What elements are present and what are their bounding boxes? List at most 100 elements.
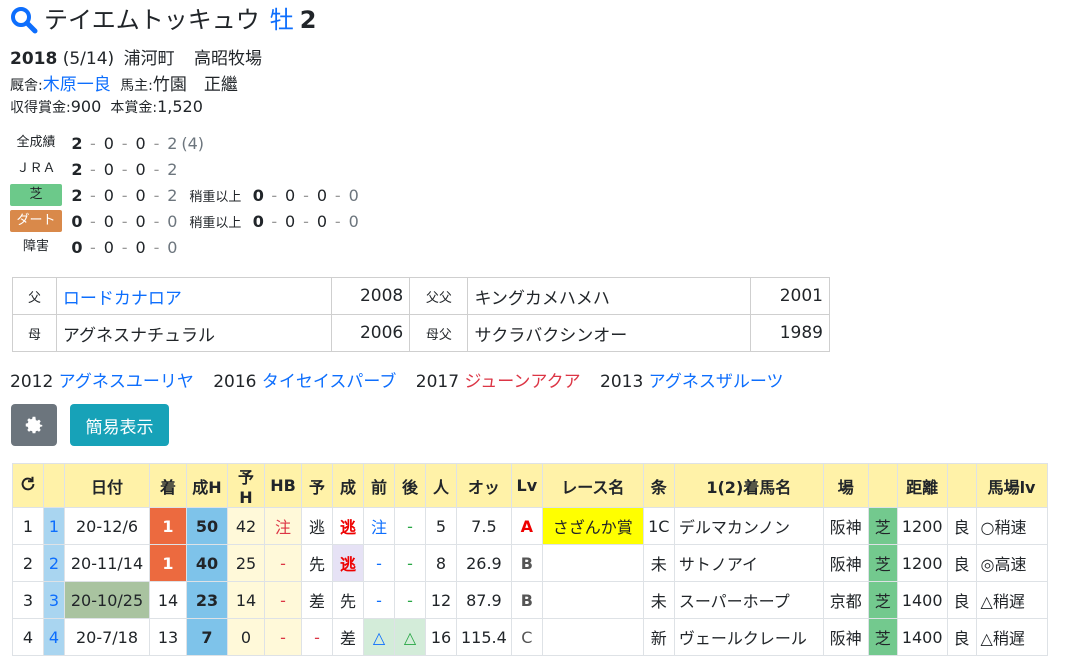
race-date[interactable]: 20-12/6 <box>64 507 150 545</box>
sibling-link[interactable]: ジューンアクア <box>464 372 580 392</box>
race-date[interactable]: 20-10/25 <box>64 581 150 619</box>
settings-button[interactable] <box>11 404 57 446</box>
trainer-label: 厩舎: <box>10 78 43 94</box>
record-sub-label: 稍重以上 <box>189 189 242 205</box>
col-winner[interactable]: 1(2)着馬名 <box>673 463 824 508</box>
race-ato: - <box>394 581 426 619</box>
trainer-link[interactable]: 木原一良 <box>43 75 111 95</box>
dam-name: アグネスナチュラル <box>55 314 332 352</box>
race-name[interactable] <box>541 544 644 582</box>
horse-age: 2 <box>299 6 317 34</box>
race-rank: 1 <box>149 507 187 545</box>
race-name[interactable] <box>541 618 644 656</box>
race-pop: 5 <box>425 507 457 545</box>
record-other: 2 <box>167 133 178 153</box>
total-prize-label: 本賞金: <box>110 100 158 116</box>
race-winner[interactable]: サトノアイ <box>673 544 824 582</box>
record-win: 2 <box>71 133 83 153</box>
race-date[interactable]: 20-11/14 <box>64 544 150 582</box>
sibling-link[interactable]: タイセイスパーブ <box>262 372 396 392</box>
race-row[interactable]: 4 4 20-7/18 13 7 0 - - 差 △ △ 16 115.4 C … <box>12 618 1048 656</box>
race-yo: 差 <box>301 581 333 619</box>
col-odds[interactable]: オッ <box>456 463 512 508</box>
record-label: ダート <box>10 210 62 232</box>
race-name[interactable]: さざんか賞 <box>541 507 644 545</box>
race-surface: 芝 <box>867 507 898 545</box>
race-cond: 未 <box>642 544 675 582</box>
owner-label: 馬主: <box>120 78 153 94</box>
row-num: 3 <box>43 581 65 619</box>
race-odds: 7.5 <box>456 507 512 545</box>
race-surface: 芝 <box>867 581 898 619</box>
refresh-header[interactable] <box>12 463 44 508</box>
race-row[interactable]: 2 2 20-11/14 1 40 25 - 先 逃 - - 8 26.9 B … <box>12 544 1048 582</box>
record-turf: 芝 2- 0- 0- 2 稍重以上 0- 0- 0- 0 <box>10 183 361 207</box>
simple-view-button[interactable]: 簡易表示 <box>70 404 169 446</box>
race-lv: B <box>510 544 543 582</box>
record-win: 2 <box>71 185 83 205</box>
race-cond: 1C <box>642 507 675 545</box>
col-hb[interactable]: HB <box>264 463 302 508</box>
col-lv[interactable]: Lv <box>510 463 543 508</box>
sibling-item: 2016 タイセイスパーブ <box>213 372 396 392</box>
race-rank: 1 <box>149 544 187 582</box>
row-num: 1 <box>43 507 65 545</box>
dam-sire-label: 母父 <box>409 314 469 352</box>
col-yo[interactable]: 予 <box>301 463 333 508</box>
race-sei: 逃 <box>332 507 364 545</box>
race-row[interactable]: 3 3 20-10/25 14 23 14 - 差 先 - - 12 87.9 … <box>12 581 1048 619</box>
col-seiH[interactable]: 成H <box>186 463 228 508</box>
sibling-link[interactable]: アグネスユーリヤ <box>59 372 194 392</box>
record-label: 芝 <box>10 184 62 206</box>
col-course[interactable]: 場 <box>822 463 869 508</box>
race-table: 日付 着 成H 予H HB 予 成 前 後 人 オッ Lv レース名 条 1(2… <box>12 463 1048 656</box>
record-second: 0 <box>103 211 114 231</box>
sibling-link[interactable]: アグネスザルーツ <box>649 372 784 392</box>
birth-year: 2018 <box>10 49 58 69</box>
sibling-year: 2013 <box>600 372 644 392</box>
col-race-name[interactable]: レース名 <box>541 463 644 508</box>
col-rank[interactable]: 着 <box>149 463 187 508</box>
sire-sire-name: キングカメハメハ <box>467 277 752 315</box>
record-third: 0 <box>135 133 146 153</box>
race-ato: - <box>394 507 426 545</box>
col-mae[interactable]: 前 <box>363 463 395 508</box>
sibling-year: 2012 <box>10 372 54 392</box>
owner-name: 竹園 正繼 <box>152 75 238 95</box>
race-yoH: 42 <box>227 507 265 545</box>
col-track-lv[interactable]: 馬場lv <box>975 463 1048 508</box>
record-jump: 障害 0- 0- 0- 0 <box>10 235 179 259</box>
record-sub-second: 0 <box>285 211 296 231</box>
col-blank <box>43 463 65 508</box>
dam-label: 母 <box>12 314 57 352</box>
race-winner[interactable]: スーパーホープ <box>673 581 824 619</box>
race-going: 良 <box>946 581 977 619</box>
race-name[interactable] <box>541 581 644 619</box>
race-ato: - <box>394 544 426 582</box>
col-yoH[interactable]: 予H <box>227 463 265 508</box>
sire-link[interactable]: ロードカナロア <box>55 277 332 315</box>
race-odds: 26.9 <box>456 544 512 582</box>
race-yo: 逃 <box>301 507 333 545</box>
col-date[interactable]: 日付 <box>64 463 150 508</box>
col-sei[interactable]: 成 <box>332 463 364 508</box>
race-winner[interactable]: ヴェールクレール <box>673 618 824 656</box>
col-cond[interactable]: 条 <box>642 463 675 508</box>
race-winner[interactable]: デルマカンノン <box>673 507 824 545</box>
race-row[interactable]: 1 1 20-12/6 1 50 42 注 逃 逃 注 - 5 7.5 A さざ… <box>12 507 1048 545</box>
record-sub-third: 0 <box>316 185 328 205</box>
horse-sex: 牡 <box>269 6 294 34</box>
dam-year: 2006 <box>330 314 411 352</box>
refresh-icon[interactable] <box>19 475 37 493</box>
col-ato[interactable]: 後 <box>394 463 426 508</box>
race-pop: 16 <box>425 618 457 656</box>
search-icon[interactable] <box>10 6 38 34</box>
record-sub-third: 0 <box>316 211 328 231</box>
col-pop[interactable]: 人 <box>425 463 457 508</box>
record-label: ＪＲＡ <box>16 161 56 176</box>
sibling-item: 2013 アグネスザルーツ <box>600 372 783 392</box>
record-second: 0 <box>103 185 114 205</box>
race-date[interactable]: 20-7/18 <box>64 618 150 656</box>
col-distance[interactable]: 距離 <box>896 463 948 508</box>
race-track-lv: △稍遅 <box>975 581 1048 619</box>
